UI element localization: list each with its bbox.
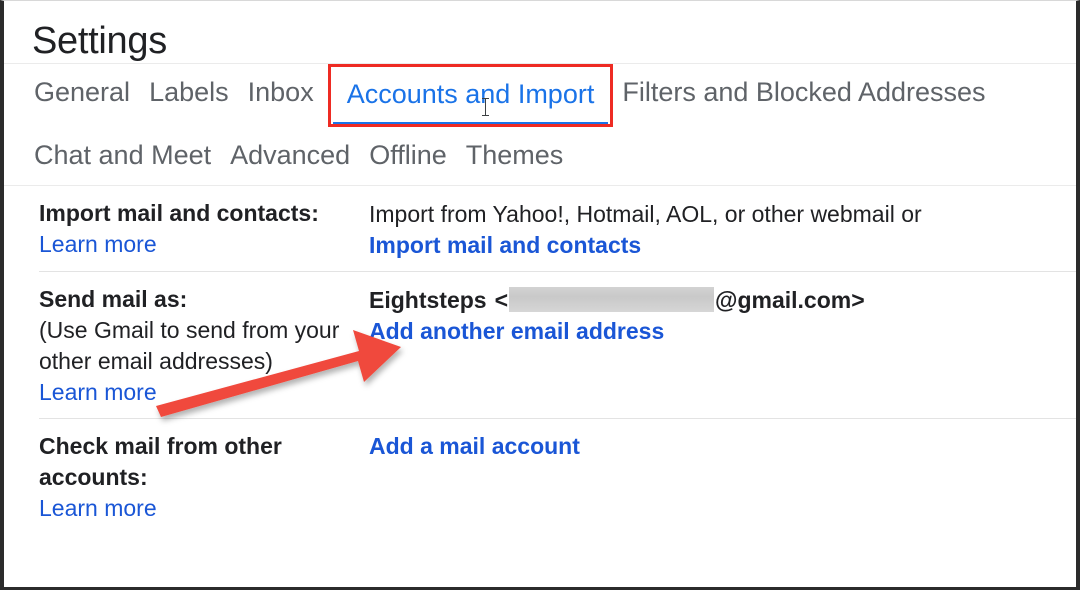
send-mail-as-value-column: Eightsteps < @gmail.com> Add another email… [369, 284, 1076, 408]
send-mail-as-address-row: Eightsteps < @gmail.com> [369, 284, 1070, 316]
settings-content: Import mail and contacts: Learn more Imp… [4, 186, 1076, 534]
tab-general[interactable]: General [34, 72, 130, 112]
tab-labels[interactable]: Labels [149, 72, 229, 112]
send-mail-as-note: (Use Gmail to send from your other email… [39, 317, 340, 374]
check-mail-label-column: Check mail from other accounts: Learn mo… [4, 431, 369, 524]
send-mail-as-display-name: Eightsteps [369, 287, 487, 313]
send-mail-as-domain: @gmail.com> [715, 287, 865, 313]
settings-tab-bar: General Labels Inbox Accounts and Import… [4, 64, 1076, 185]
check-mail-value-column: Add a mail account [369, 431, 1076, 524]
page-title: Settings [32, 20, 167, 62]
tab-inbox[interactable]: Inbox [248, 72, 314, 112]
import-label-column: Import mail and contacts: Learn more [4, 198, 369, 261]
setting-row-send-mail-as: Send mail as: (Use Gmail to send from yo… [4, 272, 1076, 418]
tab-accounts-and-import[interactable]: Accounts and Import [327, 64, 614, 127]
send-mail-as-learn-more-link[interactable]: Learn more [39, 377, 369, 408]
import-label: Import mail and contacts: [39, 200, 319, 226]
check-mail-label: Check mail from other accounts: [39, 433, 282, 490]
add-another-email-address-link[interactable]: Add another email address [369, 316, 1070, 347]
import-mail-and-contacts-link[interactable]: Import mail and contacts [369, 230, 1070, 261]
add-a-mail-account-link[interactable]: Add a mail account [369, 431, 1070, 462]
title-bar: Settings [4, 1, 1076, 63]
redacted-email-local-part [509, 287, 715, 312]
tab-row-primary: General Labels Inbox Accounts and Import… [34, 64, 1076, 127]
import-description: Import from Yahoo!, Hotmail, AOL, or oth… [369, 201, 922, 227]
tab-filters-and-blocked-addresses[interactable]: Filters and Blocked Addresses [622, 72, 985, 112]
tab-chat-and-meet[interactable]: Chat and Meet [34, 135, 211, 175]
setting-row-check-mail-from-other-accounts: Check mail from other accounts: Learn mo… [4, 419, 1076, 534]
text-cursor-icon [481, 98, 489, 116]
check-mail-learn-more-link[interactable]: Learn more [39, 493, 369, 524]
send-mail-as-bracket-open: < [494, 287, 509, 313]
tab-advanced[interactable]: Advanced [230, 135, 350, 175]
gmail-settings-window: Settings General Labels Inbox Accounts a… [0, 0, 1080, 590]
send-mail-as-label: Send mail as: [39, 286, 188, 312]
tab-accounts-and-import-label: Accounts and Import [346, 79, 595, 109]
setting-row-import-mail-and-contacts: Import mail and contacts: Learn more Imp… [4, 186, 1076, 271]
send-mail-as-label-column: Send mail as: (Use Gmail to send from yo… [4, 284, 369, 408]
tab-offline[interactable]: Offline [369, 135, 447, 175]
tab-themes[interactable]: Themes [466, 135, 564, 175]
import-value-column: Import from Yahoo!, Hotmail, AOL, or oth… [369, 198, 1076, 261]
tab-row-secondary: Chat and Meet Advanced Offline Themes [34, 135, 1076, 175]
import-learn-more-link[interactable]: Learn more [39, 229, 369, 260]
